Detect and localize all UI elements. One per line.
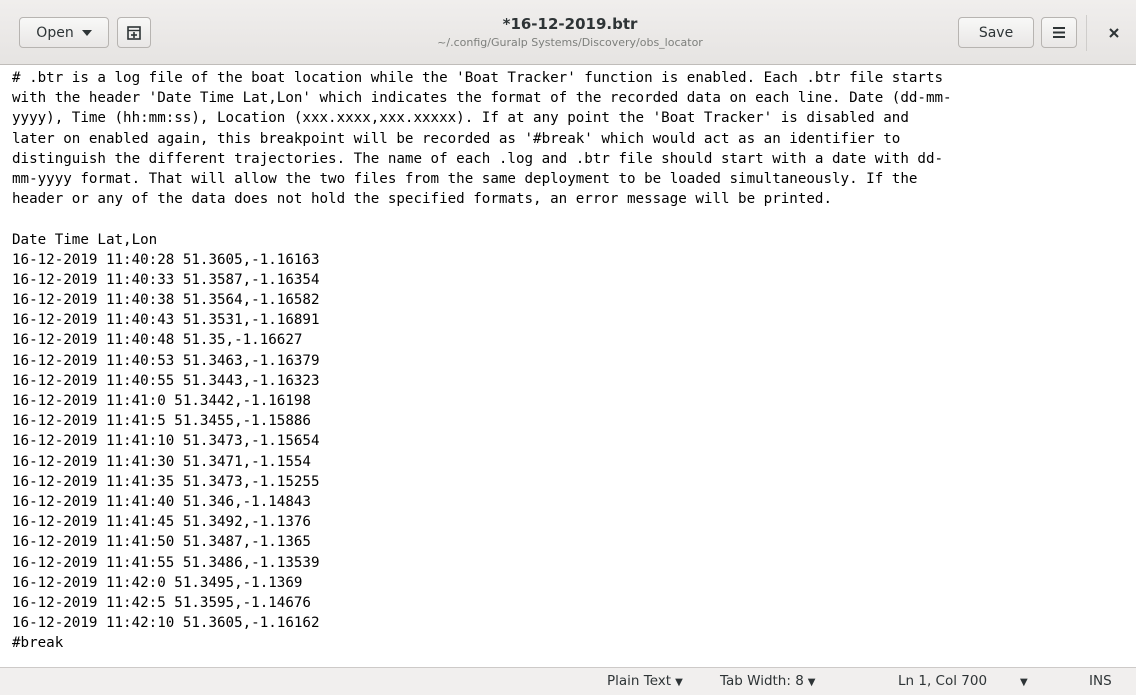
editor-line: Date Time Lat,Lon bbox=[12, 231, 158, 248]
window-title: *16-12-2019.btr bbox=[502, 15, 638, 33]
editor-line: yyyy), Time (hh:mm:ss), Location (xxx.xx… bbox=[12, 110, 909, 127]
editor-line: 16-12-2019 11:41:30 51.3471,-1.1554 bbox=[12, 453, 311, 470]
editor-line: 16-12-2019 11:40:38 51.3564,-1.16582 bbox=[12, 292, 320, 309]
editor-line: header or any of the data does not hold … bbox=[12, 191, 832, 208]
editor-line: # .btr is a log file of the boat locatio… bbox=[12, 70, 944, 86]
close-icon bbox=[1109, 27, 1119, 38]
text-editor-area[interactable]: # .btr is a log file of the boat locatio… bbox=[0, 66, 1136, 667]
header-separator bbox=[1086, 15, 1087, 51]
editor-line: 16-12-2019 11:40:55 51.3443,-1.16323 bbox=[12, 372, 320, 389]
editor-line: later on enabled again, this breakpoint … bbox=[12, 130, 901, 147]
chevron-down-icon: ▼ bbox=[1020, 677, 1028, 688]
editor-line: 16-12-2019 11:41:55 51.3486,-1.13539 bbox=[12, 554, 320, 571]
hamburger-menu-button[interactable] bbox=[1041, 17, 1077, 48]
language-selector[interactable]: Plain Text ▼ bbox=[607, 673, 683, 689]
editor-line: 16-12-2019 11:40:33 51.3587,-1.16354 bbox=[12, 271, 320, 288]
editor-line: 16-12-2019 11:40:28 51.3605,-1.16163 bbox=[12, 251, 320, 268]
editor-line: 16-12-2019 11:41:50 51.3487,-1.1365 bbox=[12, 534, 311, 551]
close-window-button[interactable] bbox=[1100, 17, 1128, 48]
editor-line: 16-12-2019 11:40:48 51.35,-1.16627 bbox=[12, 332, 303, 349]
editor-line: distinguish the different trajectories. … bbox=[12, 150, 944, 167]
window-title-block: *16-12-2019.btr ~/.config/Guralp Systems… bbox=[360, 14, 780, 51]
editor-line: 16-12-2019 11:41:10 51.3473,-1.15654 bbox=[12, 433, 320, 450]
insert-mode-indicator: INS bbox=[1089, 673, 1112, 689]
text-editor-window: Open *16-12-2019.btr ~/.config/Guralp Sy… bbox=[0, 0, 1136, 695]
open-button-label: Open bbox=[36, 24, 74, 41]
save-button[interactable]: Save bbox=[958, 17, 1034, 48]
editor-line: 16-12-2019 11:40:43 51.3531,-1.16891 bbox=[12, 312, 320, 329]
editor-line: 16-12-2019 11:42:10 51.3605,-1.16162 bbox=[12, 615, 320, 632]
new-tab-icon bbox=[127, 25, 141, 40]
editor-line: 16-12-2019 11:42:5 51.3595,-1.14676 bbox=[12, 594, 311, 611]
chevron-down-icon: ▼ bbox=[675, 677, 683, 688]
editor-line: 16-12-2019 11:41:40 51.346,-1.14843 bbox=[12, 493, 311, 510]
status-bar: Plain Text ▼ Tab Width: 8 ▼ Ln 1, Col 700 … bbox=[0, 667, 1136, 695]
editor-line: 16-12-2019 11:41:0 51.3442,-1.16198 bbox=[12, 393, 311, 409]
editor-line: mm-yyyy format. That will allow the two … bbox=[12, 170, 918, 187]
new-tab-button[interactable] bbox=[117, 17, 151, 48]
editor-line: with the header 'Date Time Lat,Lon' whic… bbox=[12, 90, 952, 107]
header-bar: Open *16-12-2019.btr ~/.config/Guralp Sy… bbox=[0, 0, 1136, 65]
hamburger-menu-icon bbox=[1053, 27, 1065, 38]
cursor-position[interactable]: Ln 1, Col 700 bbox=[898, 673, 987, 689]
language-label: Plain Text bbox=[607, 673, 672, 689]
open-button[interactable]: Open bbox=[19, 17, 109, 48]
position-dropdown[interactable]: ▼ bbox=[1016, 673, 1028, 689]
chevron-down-icon bbox=[81, 29, 92, 36]
editor-line: 16-12-2019 11:41:5 51.3455,-1.15886 bbox=[12, 413, 311, 430]
file-path-subtitle: ~/.config/Guralp Systems/Discovery/obs_l… bbox=[437, 36, 703, 49]
editor-line: 16-12-2019 11:42:0 51.3495,-1.1369 bbox=[12, 574, 303, 591]
editor-line: 16-12-2019 11:41:35 51.3473,-1.15255 bbox=[12, 473, 320, 490]
chevron-down-icon: ▼ bbox=[807, 677, 816, 688]
editor-line: #break bbox=[12, 635, 64, 652]
tab-width-label: Tab Width: 8 bbox=[720, 673, 804, 689]
editor-line: 16-12-2019 11:40:53 51.3463,-1.16379 bbox=[12, 352, 320, 369]
editor-line: 16-12-2019 11:41:45 51.3492,-1.1376 bbox=[12, 514, 311, 531]
tab-width-selector[interactable]: Tab Width: 8 ▼ bbox=[720, 673, 816, 689]
